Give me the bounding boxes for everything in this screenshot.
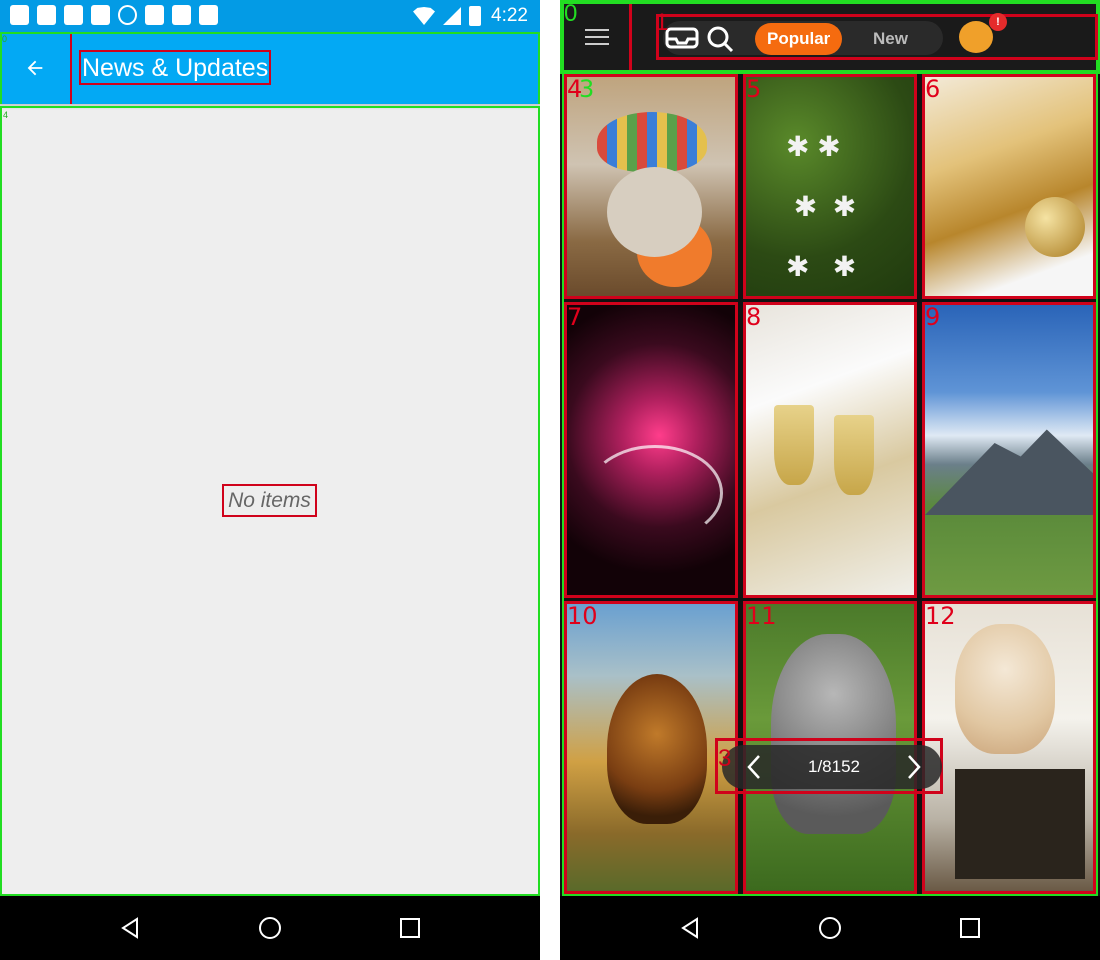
annotation-label: 1 <box>655 9 669 36</box>
wallpaper-tile-leaves[interactable]: 5 <box>743 74 917 299</box>
cat-avatar-icon[interactable] <box>959 21 993 53</box>
tile-badge: 3 <box>579 75 595 103</box>
pager-pill: 1/8152 <box>722 745 942 789</box>
annotation-label: 0 <box>2 34 8 44</box>
wallpaper-tile-hamster[interactable]: 4 3 <box>564 74 738 299</box>
wallpaper-tile-kittens[interactable]: 12 <box>922 601 1096 894</box>
wallpaper-tile-champagne[interactable]: 8 <box>743 302 917 598</box>
tile-label: 12 <box>925 602 956 630</box>
triangle-back-icon <box>121 917 138 939</box>
sync-icon <box>118 5 137 25</box>
circle-home-icon <box>259 917 281 939</box>
empty-state-text: No items <box>222 484 317 517</box>
system-indicators: 4:22 <box>413 5 528 27</box>
top-toolbar: 0 1 Popular New ! <box>560 0 1100 74</box>
nav-recents-button[interactable] <box>930 896 1010 960</box>
nav-back-button[interactable] <box>90 896 170 960</box>
tab-popular[interactable]: Popular <box>755 23 843 55</box>
satellite-icon <box>145 5 164 25</box>
tile-label: 7 <box>567 303 583 331</box>
navigation-bar <box>0 896 540 960</box>
wallpaper-tile-lion[interactable]: 10 <box>564 601 738 894</box>
wifi-icon <box>413 7 436 25</box>
tile-label: 11 <box>746 602 777 630</box>
search-icon[interactable] <box>705 24 735 54</box>
inbox-icon[interactable] <box>665 25 699 51</box>
tile-label: 5 <box>746 75 762 103</box>
square-recents-icon <box>400 918 420 938</box>
lock-icon <box>172 5 191 25</box>
left-phone-screen: 4:22 News & Updates 0 4 No items <box>0 0 540 960</box>
nav-back-button[interactable] <box>650 896 730 960</box>
tab-strip: 1 Popular New ! <box>655 9 1098 60</box>
tile-label: 9 <box>925 303 941 331</box>
annotation-label: 3 <box>718 745 732 772</box>
circle-home-icon <box>819 917 841 939</box>
notification-icons <box>10 5 218 25</box>
annotation-label: 0 <box>564 0 578 27</box>
right-phone-screen: 0 1 Popular New ! 4 3 5 ✱ ✱ ✱ ✱ ✱ ✱ 6 7 … <box>560 0 1100 960</box>
android-icon <box>199 5 218 25</box>
signal-icon <box>443 7 462 25</box>
tab-new[interactable]: New <box>863 23 918 55</box>
hamburger-icon <box>584 24 609 50</box>
wallpaper-tile-mountain[interactable]: 9 <box>922 302 1096 598</box>
tile-label: 8 <box>746 303 762 331</box>
notification-badge: ! <box>989 13 1007 31</box>
chevron-left-icon[interactable] <box>746 754 762 780</box>
page-title: News & Updates <box>79 50 272 85</box>
status-bar: 4:22 <box>0 0 540 32</box>
app-bar: News & Updates <box>0 32 540 104</box>
square-recents-icon <box>960 918 980 938</box>
pager-control: 3 1/8152 <box>715 738 943 794</box>
back-button[interactable] <box>0 32 72 104</box>
page-indicator: 1/8152 <box>808 757 860 776</box>
battery-icon <box>469 6 482 26</box>
nav-recents-button[interactable] <box>370 896 450 960</box>
arrow-left-icon <box>27 60 43 76</box>
wallpaper-tile-abstract[interactable]: 7 <box>564 302 738 598</box>
wallpaper-tile-gift[interactable]: 6 <box>922 74 1096 299</box>
facebook-icon <box>10 5 29 25</box>
tile-label: 10 <box>567 602 598 630</box>
triangle-back-icon <box>681 917 698 939</box>
mail-icon <box>91 5 110 25</box>
person-icon <box>64 5 83 25</box>
clock: 4:22 <box>491 5 528 26</box>
nav-home-button[interactable] <box>230 896 310 960</box>
facebook-icon <box>37 5 56 25</box>
nav-home-button[interactable] <box>790 896 870 960</box>
tile-label: 6 <box>925 75 941 103</box>
navigation-bar <box>560 896 1100 960</box>
annotation-label: 4 <box>3 110 9 120</box>
chevron-right-icon[interactable] <box>906 754 922 780</box>
